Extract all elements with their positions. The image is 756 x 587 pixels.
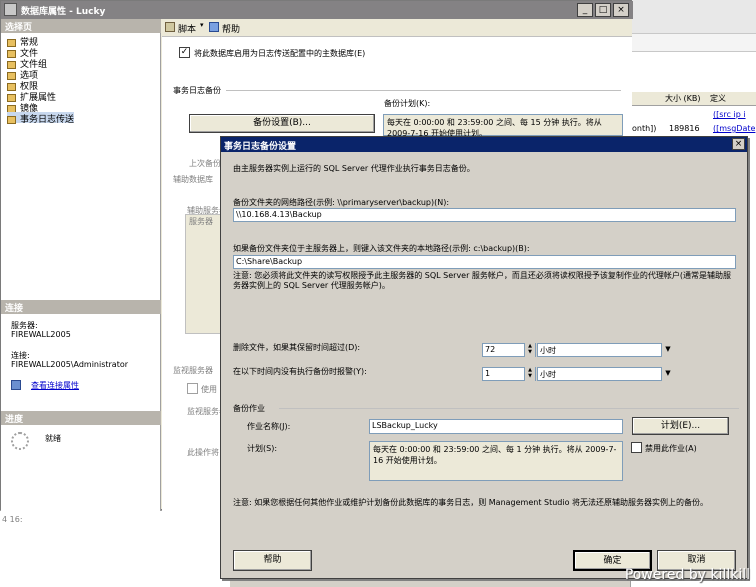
backup-schedule-label: 备份计划(K): [384,99,431,108]
help-toolbar-button[interactable]: 帮助 [222,22,240,35]
props-titlebar: 数据库属性 - Lucky [1,1,633,19]
maximize-button[interactable]: □ [595,3,611,17]
nav-item-extended-properties[interactable]: 扩展属性 [7,90,56,103]
secondary-databases-label: 辅助数据库 [173,175,213,184]
last-backup-label: 上次备份 [189,159,221,168]
schedule-label: 计划(S): [247,444,278,453]
operation-note-label: 此操作将 [187,448,219,457]
job-schedule-text: 每天在 0:00:00 和 23:59:00 之间、每 1 分钟 执行。将从 2… [369,441,623,481]
grid-header-definition: 定义 [710,94,726,103]
dialog-title: 事务日志备份设置 [224,142,297,152]
help-icon [209,22,219,32]
progress-status: 就绪 [45,434,61,443]
view-connection-properties-link[interactable]: 查看连接属性 [31,380,79,391]
nav-item-files[interactable]: 文件 [7,46,38,59]
secondary-server-list: 服务器 [185,214,221,334]
alert-unit-select[interactable]: 小时 [537,367,674,381]
watermark: Powered by killkill [624,567,750,583]
enable-primary-checkbox[interactable]: ✓ [179,47,190,58]
delete-unit-select[interactable]: 小时 [537,343,674,357]
job-name-input[interactable]: LSBackup_Lucky [369,419,623,434]
secondary-server-column: 服务器 [189,217,213,226]
help-button[interactable]: 帮助 [233,550,312,571]
job-name-label: 作业名称(J): [247,422,291,431]
local-path-label: 如果备份文件夹位于主服务器上，则键入该文件夹的本地路径(示例: c:\backu… [233,244,530,253]
grid-cell-size-2: 189816 [669,124,700,133]
nav-item-general[interactable]: 常规 [7,35,38,48]
select-page-header: 选择页 [1,19,161,33]
connection-header: 连接 [1,300,161,314]
background-status-text: 4 16: [2,515,23,524]
divider [226,90,621,91]
local-path-input[interactable]: C:\Share\Backup [233,255,736,269]
script-button[interactable]: 脚本 [178,22,196,35]
chevron-down-icon[interactable]: ▼ [661,343,674,357]
connection-value: FIREWALL2005\Administrator [11,360,129,369]
minimize-button[interactable]: _ [577,3,593,17]
close-button[interactable]: × [613,3,629,17]
nav-item-filegroups[interactable]: 文件组 [7,57,47,70]
grid-cell-definition-2[interactable]: ([msgDate [713,124,755,133]
select-page-pane: 选择页 常规 文件 文件组 选项 权限 扩展属性 镜像 事务日志传送 连接 服务… [1,19,161,511]
alert-spin-icon[interactable]: ▲ ▼ [524,367,535,381]
background-toolbar [630,34,756,52]
disable-job-label: 禁用此作业(A) [645,444,697,453]
schedule-button[interactable]: 计划(E)... [632,417,729,435]
network-path-input[interactable]: \\10.168.4.13\Backup [233,208,736,222]
connection-properties-icon [11,380,21,390]
folder-permission-note: 注意: 您必须将此文件夹的读写权限授予此主服务器的 SQL Server 服务帐… [233,271,732,290]
dialog-close-icon[interactable]: × [732,138,745,150]
alert-label: 在以下时间内没有执行备份时报警(Y): [233,367,367,376]
background-editor-area: 4 16: [0,510,230,587]
nav-item-options[interactable]: 选项 [7,68,38,81]
progress-spinner-icon [11,432,29,450]
backup-job-header: 备份作业 [233,404,265,413]
disable-job-checkbox[interactable] [631,442,642,453]
grid-cell-prefix-2: onth]) [632,124,657,133]
delete-files-label: 删除文件，如果其保留时间超过(D): [233,343,361,352]
page-icon [7,115,16,124]
dialog-intro: 由主服务器实例上运行的 SQL Server 代理作业执行事务日志备份。 [233,164,475,173]
script-icon [165,22,175,32]
nav-item-log-shipping[interactable]: 事务日志传送 [7,112,75,125]
divider [279,408,739,409]
tlog-backup-label: 事务日志备份 [173,86,221,95]
grid-cell-definition-1[interactable]: ([src ip i [713,110,746,119]
chevron-down-icon[interactable]: ▼ [661,367,674,381]
dialog-titlebar: 事务日志备份设置 [221,137,747,152]
grid-header-size: 大小 (KB) [665,94,701,103]
backup-settings-button[interactable]: 备份设置(B)... [189,114,375,133]
nav-item-permissions[interactable]: 权限 [7,79,38,92]
background-grid-header: 大小 (KB) 定义 [630,92,756,106]
background-top-strip [630,0,756,34]
use-monitor-label: 使用 [201,385,217,394]
server-value: FIREWALL2005 [11,330,71,339]
other-backup-note: 注意: 如果您根据任何其他作业或维护计划备份此数据库的事务日志，则 Manage… [233,498,709,507]
chevron-down-icon[interactable]: ▾ [200,21,204,29]
delete-files-spin-icon[interactable]: ▲ ▼ [524,343,535,357]
use-monitor-checkbox[interactable] [187,383,198,394]
props-toolbar: 脚本 ▾ 帮助 [162,19,632,37]
nav-item-mirroring[interactable]: 镜像 [7,101,38,114]
enable-primary-label: 将此数据库启用为日志传送配置中的主数据库(E) [194,49,366,58]
progress-header: 进度 [1,411,161,425]
tlog-backup-settings-dialog: 事务日志备份设置 × 由主服务器实例上运行的 SQL Server 代理作业执行… [220,136,748,579]
backup-schedule-text: 每天在 0:00:00 和 23:59:00 之间、每 15 分钟 执行。将从 … [383,114,623,138]
monitor-server-label: 监视服务器 [173,366,213,375]
props-title: 数据库属性 - Lucky [21,7,106,17]
database-icon [4,3,17,16]
network-path-label: 备份文件夹的网络路径(示例: \\primaryserver\backup)(N… [233,198,450,207]
